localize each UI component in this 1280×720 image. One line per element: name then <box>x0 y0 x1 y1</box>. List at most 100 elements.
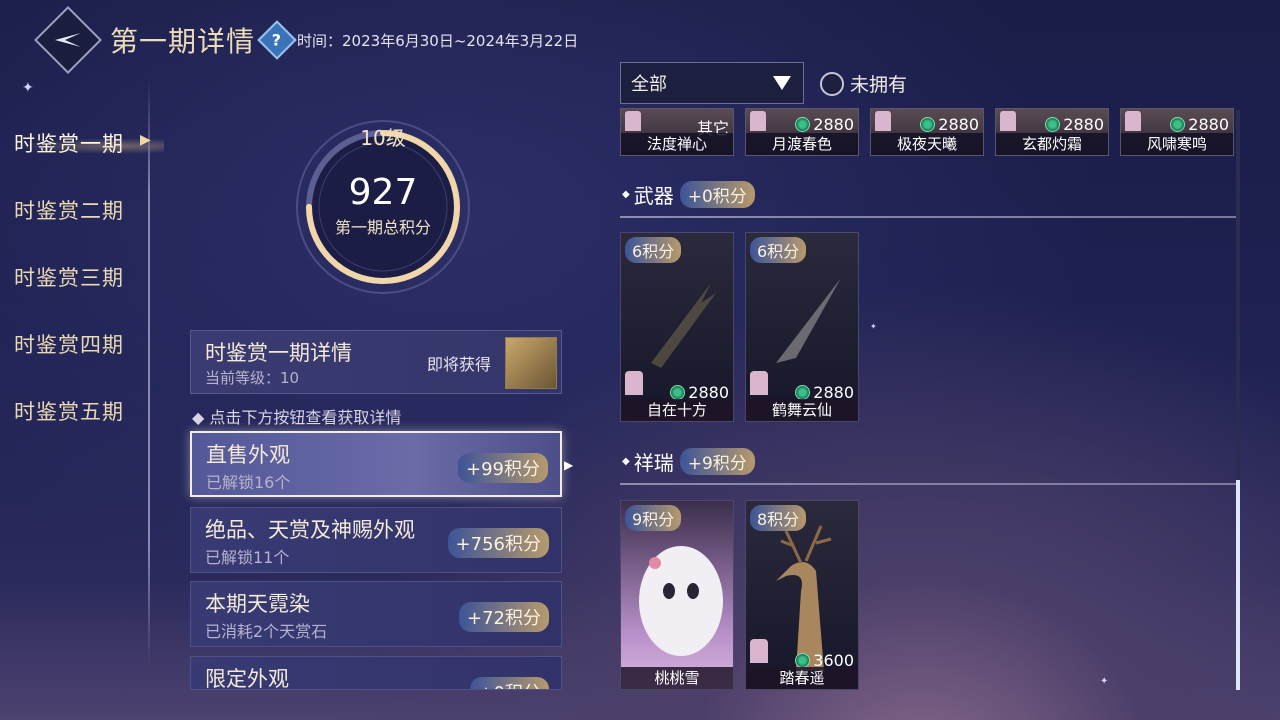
upcoming-label: 即将获得 <box>427 355 492 374</box>
filter-dropdown[interactable]: 全部 <box>620 62 804 104</box>
item-name: 自在十方 <box>621 399 733 421</box>
item-name: 极夜天曦 <box>871 133 983 155</box>
star-decor: ✦ <box>22 80 34 96</box>
nav-item-period-3[interactable]: 时鉴赏三期 <box>14 262 124 329</box>
scrollbar[interactable] <box>1236 110 1240 690</box>
category-points: +99积分 <box>458 453 548 483</box>
scrollbar-thumb[interactable] <box>1236 480 1240 690</box>
item-name: 月渡春色 <box>746 133 858 155</box>
item-name: 风啸寒鸣 <box>1121 133 1233 155</box>
radio-button[interactable] <box>820 71 844 96</box>
item-card[interactable]: 6积分 2880 鹤舞云仙 <box>745 232 859 422</box>
category-title: 绝品、天赏及神赐外观 <box>205 518 415 542</box>
section-title: 武器 <box>633 184 674 208</box>
item-name: 踏春遥 <box>746 667 858 689</box>
jade-coin-icon <box>670 385 686 400</box>
lock-icon <box>1000 111 1016 131</box>
lock-icon <box>625 371 643 395</box>
section-badge: +9积分 <box>679 448 755 475</box>
unowned-label: 未拥有 <box>850 74 908 96</box>
section-mounts: ◆ 祥瑞 +9积分 <box>622 447 755 476</box>
category-sub: 已解锁11个 <box>205 548 290 567</box>
period-time: 时间：2023年6月30日~2024年3月22日 <box>297 31 579 50</box>
jade-coin-icon <box>795 117 811 132</box>
nav-label: 时鉴赏五期 <box>14 400 124 424</box>
item-card[interactable]: 2880 玄都灼霜 <box>995 108 1109 156</box>
back-button[interactable] <box>34 6 102 74</box>
nav-label: 时鉴赏三期 <box>14 266 124 290</box>
score-ring: 10级 927 第一期总积分 <box>288 112 478 302</box>
category-points: +72积分 <box>459 602 549 632</box>
section-title: 祥瑞 <box>633 451 674 475</box>
nav-item-period-5[interactable]: 时鉴赏五期 <box>14 396 124 463</box>
period-detail-card[interactable]: 时鉴赏一期详情 当前等级：10 即将获得 <box>190 330 562 394</box>
nav-label: 时鉴赏四期 <box>14 333 124 357</box>
item-card[interactable]: 6积分 2880 自在十方 <box>620 232 734 422</box>
jade-coin-icon <box>1170 117 1186 132</box>
nav-label: 时鉴赏一期 <box>14 132 124 156</box>
item-points: 6积分 <box>750 237 807 263</box>
caret-down-icon <box>773 76 791 90</box>
item-price: 2880 <box>795 115 854 134</box>
category-limited[interactable]: 限定外观 +0积分 <box>190 656 562 690</box>
nav-divider <box>148 80 150 665</box>
section-badge: +0积分 <box>679 181 755 208</box>
lock-icon <box>1125 111 1141 131</box>
back-arrow-icon <box>55 33 81 47</box>
reward-preview-icon[interactable] <box>505 337 557 389</box>
item-name: 鹤舞云仙 <box>746 399 858 421</box>
question-icon: ? <box>272 30 282 50</box>
help-button[interactable]: ? <box>257 20 297 60</box>
item-price: 2880 <box>1170 115 1229 134</box>
period-nav: 时鉴赏一期 ▶ 时鉴赏二期 时鉴赏三期 时鉴赏四期 时鉴赏五期 <box>14 128 151 463</box>
nav-item-period-4[interactable]: 时鉴赏四期 <box>14 329 124 396</box>
jade-coin-icon <box>1045 117 1061 132</box>
detail-level: 当前等级：10 <box>205 369 300 387</box>
filter-value: 全部 <box>631 74 667 95</box>
total-score: 927 <box>348 172 418 213</box>
item-price: 2880 <box>1045 115 1104 134</box>
item-points: 8积分 <box>750 505 807 531</box>
item-card[interactable]: 9积分 桃桃雪 <box>620 500 734 690</box>
header: 第一期详情 ? 时间：2023年6月30日~2024年3月22日 <box>34 6 579 74</box>
item-name: 法度禅心 <box>621 133 733 155</box>
jade-coin-icon <box>920 117 936 132</box>
score-caption: 第一期总积分 <box>334 218 431 237</box>
star-decor: ✦ <box>870 322 877 331</box>
item-card[interactable]: 其它 法度禅心 <box>620 108 734 156</box>
item-card[interactable]: 8积分 3600 踏春遥 <box>745 500 859 690</box>
diamond-icon: ◆ <box>622 189 630 200</box>
detail-title: 时鉴赏一期详情 <box>205 341 352 365</box>
item-name: 玄都灼霜 <box>996 133 1108 155</box>
selected-arrow-icon: ▶ <box>564 458 574 472</box>
item-card[interactable]: 2880 月渡春色 <box>745 108 859 156</box>
active-arrow-icon: ▶ <box>140 132 152 148</box>
lock-icon <box>875 111 891 131</box>
nav-label: 时鉴赏二期 <box>14 199 124 223</box>
item-points: 6积分 <box>625 237 682 263</box>
hint-text: ◆ 点击下方按钮查看获取详情 <box>192 408 402 427</box>
item-name: 桃桃雪 <box>621 667 733 689</box>
unowned-toggle[interactable]: 未拥有 <box>820 70 907 97</box>
jade-coin-icon <box>795 385 811 400</box>
nav-item-period-2[interactable]: 时鉴赏二期 <box>14 195 124 262</box>
category-points: +756积分 <box>447 528 549 558</box>
category-title: 本期天霓染 <box>205 592 310 616</box>
category-points: +0积分 <box>470 677 549 689</box>
category-direct-sale[interactable]: 直售外观 已解锁16个 +99积分 <box>190 431 562 497</box>
diamond-icon: ◆ <box>622 456 630 467</box>
category-premium[interactable]: 绝品、天赏及神赐外观 已解锁11个 +756积分 <box>190 507 562 573</box>
category-dye[interactable]: 本期天霓染 已消耗2个天赏石 +72积分 <box>190 581 562 647</box>
item-card[interactable]: 2880 极夜天曦 <box>870 108 984 156</box>
item-card[interactable]: 2880 风啸寒鸣 <box>1120 108 1234 156</box>
lock-icon <box>750 639 768 663</box>
jade-coin-icon <box>795 653 811 668</box>
page-title: 第一期详情 <box>110 25 256 58</box>
level-label: 10级 <box>360 126 406 150</box>
star-decor: ✦ <box>1100 676 1109 687</box>
category-title: 限定外观 <box>205 667 289 690</box>
divider <box>620 216 1236 218</box>
category-sub: 已消耗2个天赏石 <box>205 622 328 641</box>
item-price: 2880 <box>920 115 979 134</box>
nav-item-period-1[interactable]: 时鉴赏一期 ▶ <box>14 128 151 195</box>
